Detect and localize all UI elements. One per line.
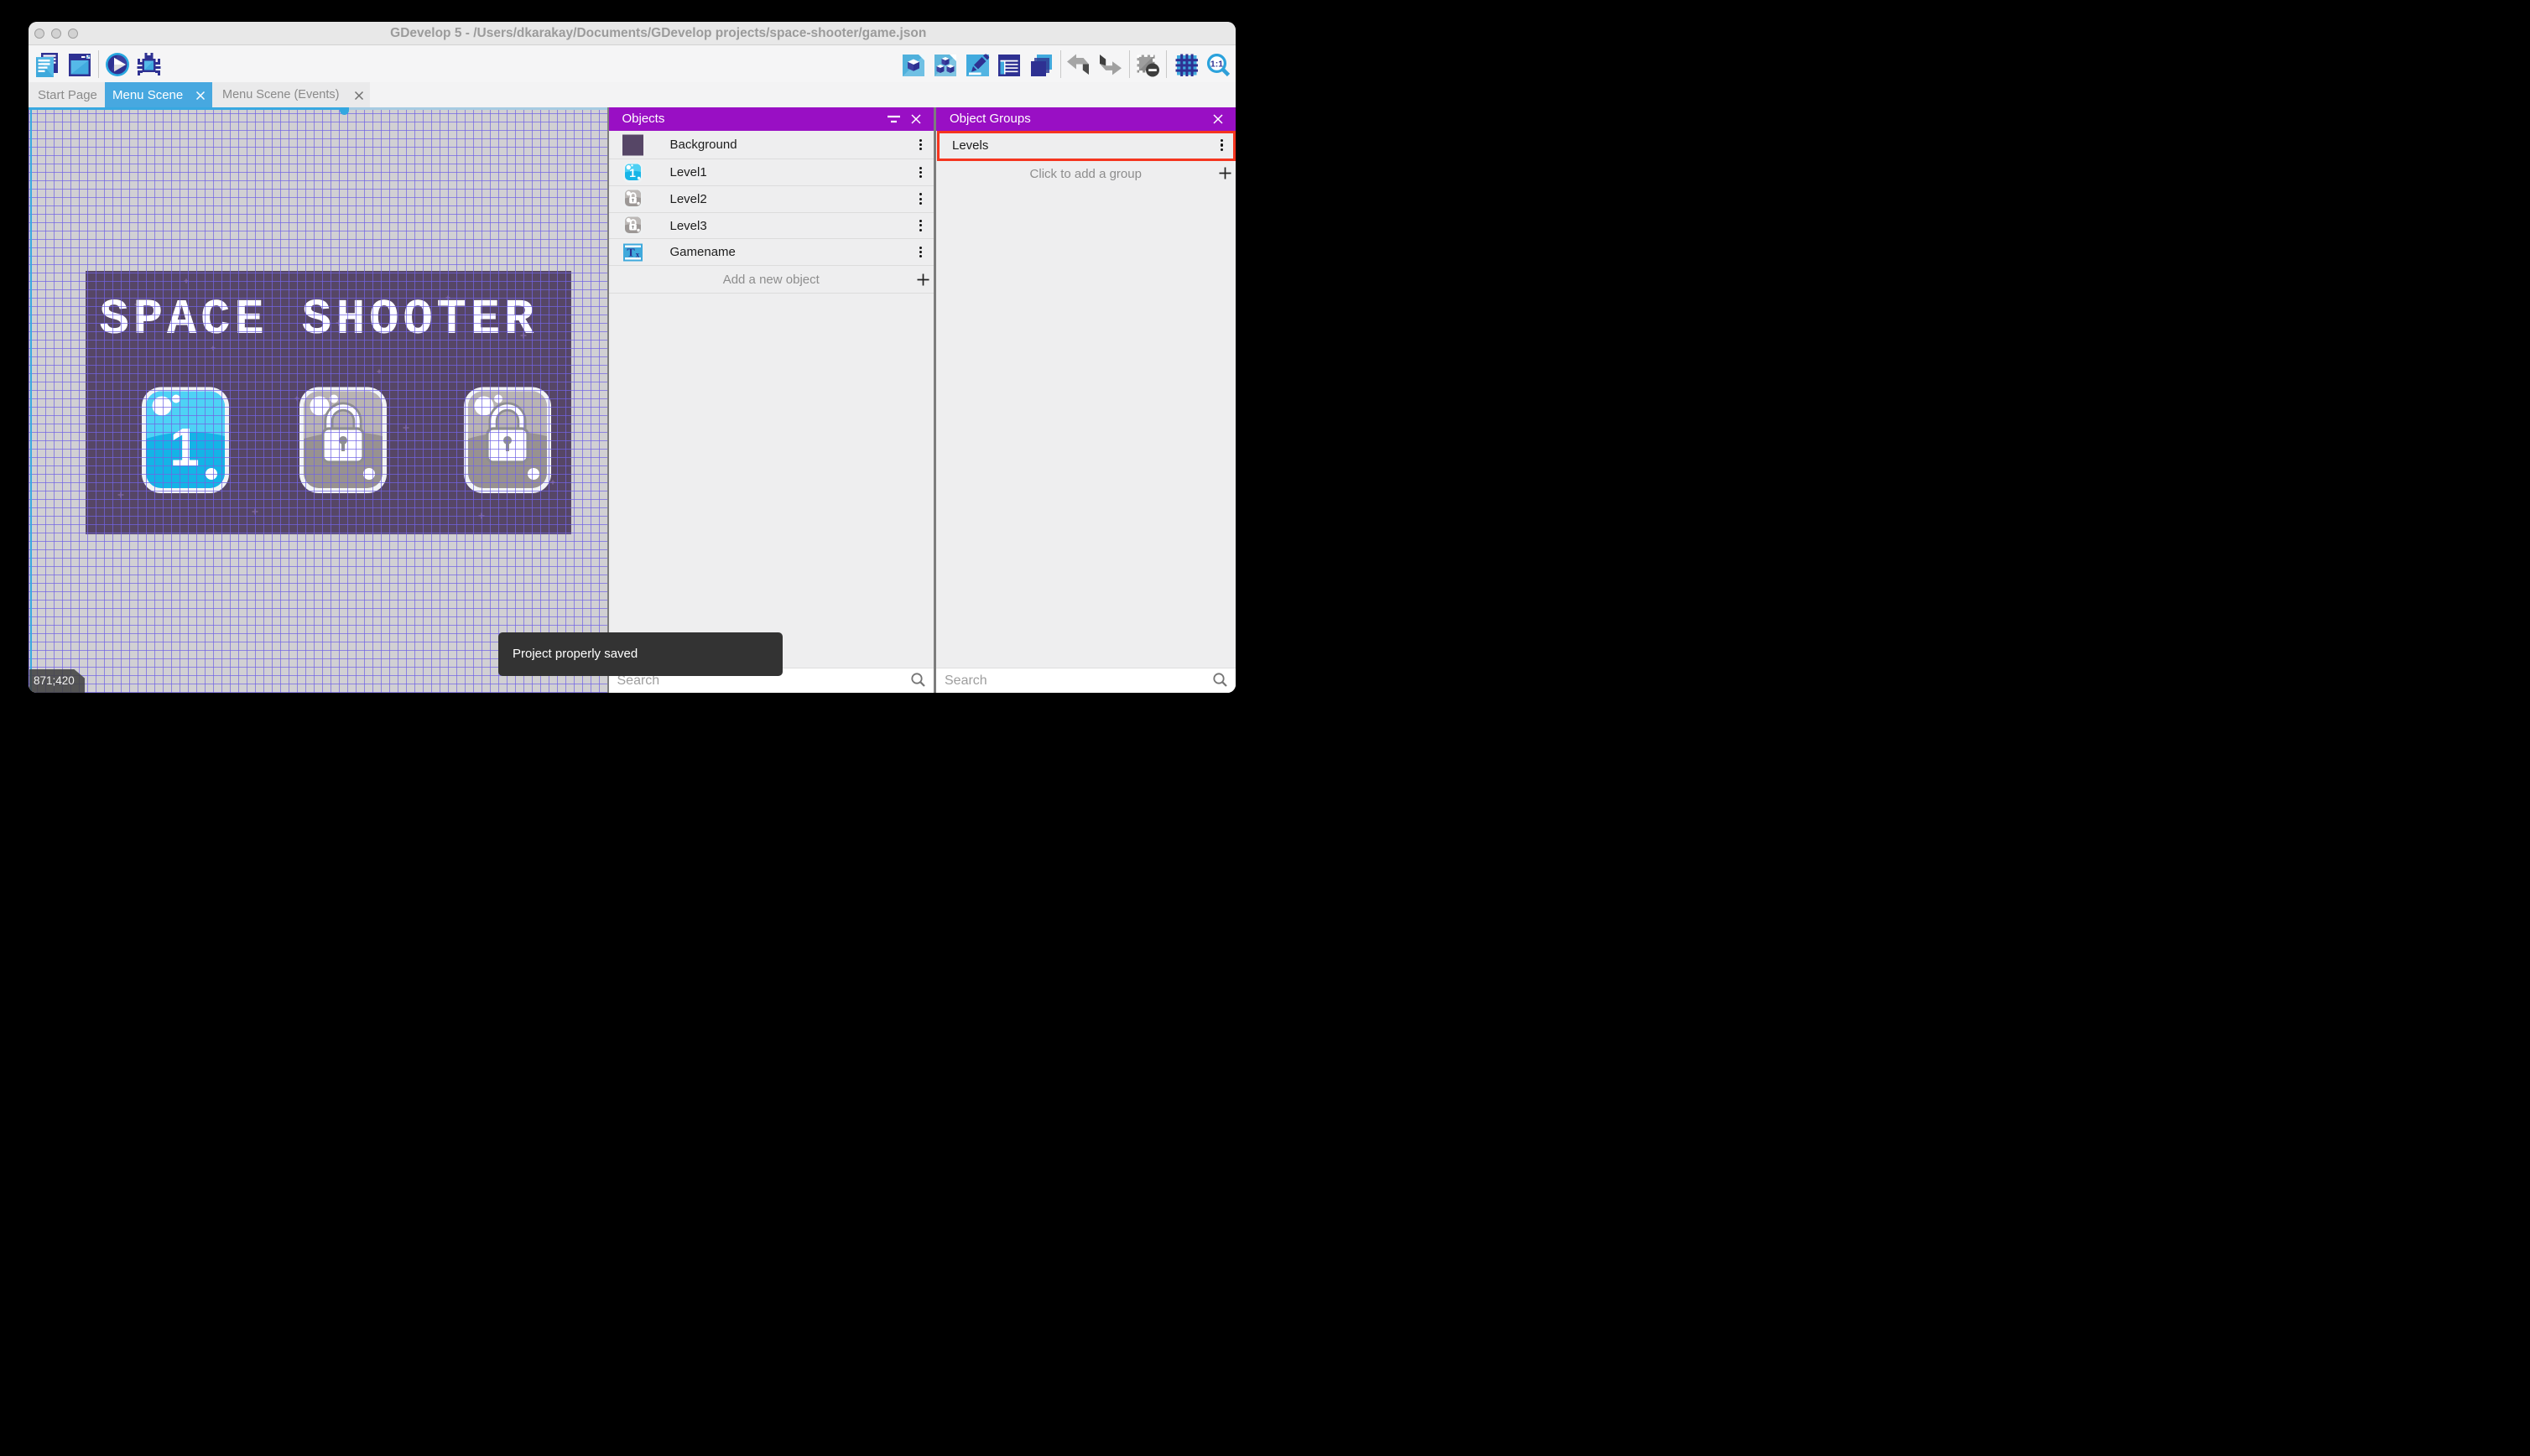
svg-text:T: T [627,247,635,259]
svg-text:1: 1 [629,166,636,179]
svg-text:1:1: 1:1 [1210,60,1223,70]
svg-text:x: x [635,250,639,258]
